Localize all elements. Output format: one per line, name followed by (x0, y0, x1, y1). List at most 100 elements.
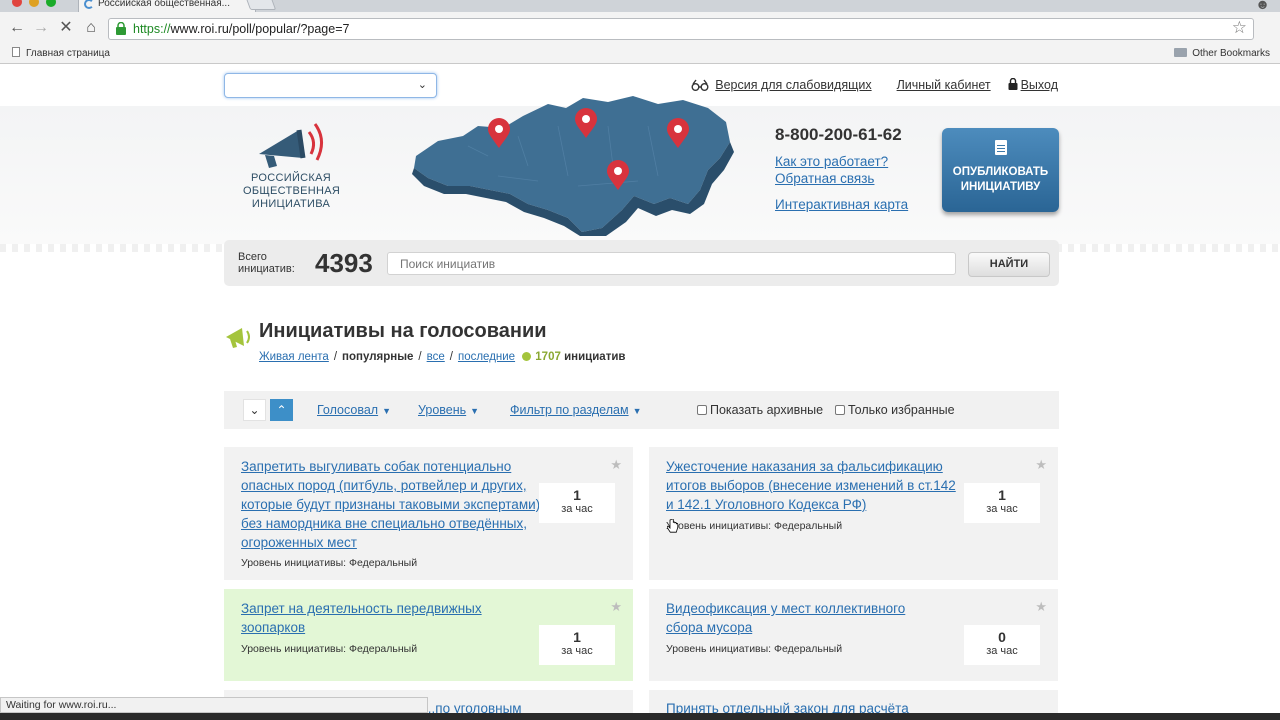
hotline-phone: 8-800-200-61-62 (775, 125, 902, 144)
initiative-card: Запрет на деятельность передвижных зоопа… (224, 589, 633, 681)
url-path: www.roi.ru/poll/popular/?page=7 (170, 22, 350, 36)
accessibility-link[interactable]: Версия для слабовидящих (715, 78, 871, 92)
bookmarks-bar: Главная страница Other Bookmarks (0, 44, 1280, 64)
voted-dropdown[interactable]: Голосовал ▼ (317, 403, 391, 417)
total-count: 4393 (315, 248, 373, 278)
initiative-card: Видеофиксация у мест коллективного сбора… (649, 589, 1058, 681)
address-bar[interactable]: https://www.roi.ru/poll/popular/?page=7 … (108, 18, 1254, 40)
search-bar: Всего инициатив: 4393 НАЙТИ (224, 240, 1059, 286)
show-archived-checkbox[interactable]: Показать архивные (697, 403, 823, 417)
level-dropdown[interactable]: Уровень ▼ (418, 403, 479, 417)
initiative-card: Ужесточение наказания за фальсификацию и… (649, 447, 1058, 580)
breadcrumb: Живая лента / популярные / все / последние 170… (259, 351, 626, 363)
votes-count: 0 (998, 629, 1006, 645)
initiative-count-unit: инициатив (564, 351, 626, 363)
url-scheme: https:// (133, 22, 171, 36)
new-tab-button[interactable] (245, 0, 277, 10)
megaphone-logo-icon (259, 123, 323, 168)
checkbox-box[interactable] (835, 405, 845, 415)
initiative-level: Уровень инициативы: Федеральный (241, 643, 418, 655)
initiative-level: Уровень инициативы: Федеральный (241, 557, 418, 569)
chevron-down-icon: ▼ (632, 406, 642, 416)
logo-line-2: ОБЩЕСТВЕННАЯ (243, 185, 341, 197)
profile-icon[interactable]: ☻ (1255, 0, 1270, 12)
search-button[interactable]: НАЙТИ (968, 252, 1050, 277)
crumb-live-feed[interactable]: Живая лента (259, 351, 329, 363)
initiative-title-link[interactable]: Ужесточение наказания за фальсификацию и… (666, 457, 966, 514)
favorite-star-icon[interactable]: ★ (1035, 457, 1047, 473)
stop-loading-icon[interactable]: ✕ (57, 19, 75, 37)
home-icon[interactable]: ⌂ (82, 19, 100, 37)
initiative-title-link[interactable]: Запрет на деятельность передвижных зоопа… (241, 599, 521, 637)
feedback-link[interactable]: Обратная связь (775, 170, 908, 187)
interactive-map-link[interactable]: Интерактивная карта (775, 196, 908, 213)
filter-bar: ⌄ ⌃ Голосовал ▼ Уровень ▼ Фильтр по раздел… (224, 391, 1059, 429)
browser-tab[interactable]: Российская общественная... (78, 0, 256, 12)
page-title: Инициативы на голосовании (259, 320, 547, 342)
screen-bottom-edge (0, 713, 1280, 720)
favorite-star-icon[interactable]: ★ (610, 599, 622, 615)
logout-link[interactable]: Выход (1021, 78, 1058, 92)
votes-unit: за час (561, 503, 593, 515)
only-favorites-checkbox[interactable]: Только избранные (835, 403, 955, 417)
initiative-card: Запретить выгуливать собак потенциально … (224, 447, 633, 580)
section-filter-dropdown[interactable]: Фильтр по разделам ▼ (510, 403, 641, 417)
crumb-all[interactable]: все (427, 351, 445, 363)
favorite-star-icon[interactable]: ★ (1035, 599, 1047, 615)
search-input[interactable] (387, 252, 956, 275)
votes-count: 1 (998, 487, 1006, 503)
green-dot-icon (522, 352, 532, 361)
site-logo[interactable]: РОССИЙСКАЯ ОБЩЕСТВЕННАЯ ИНИЦИАТИВА (243, 118, 341, 211)
bookmark-home-page[interactable]: Главная страница (12, 44, 110, 64)
forward-arrow-icon[interactable]: → (32, 19, 50, 37)
back-arrow-icon[interactable]: ← (8, 19, 26, 37)
logo-line-1: РОССИЙСКАЯ (251, 172, 331, 184)
votes-box: 1 за час (539, 483, 615, 523)
initiative-level: Уровень инициативы: Федеральный (666, 520, 843, 532)
how-it-works-link[interactable]: Как это работает? (775, 153, 908, 170)
logo-line-3: ИНИЦИАТИВА (251, 198, 331, 210)
close-window-button[interactable] (12, 0, 22, 7)
region-select[interactable]: ⌄ (224, 73, 437, 98)
bookmark-star-icon[interactable]: ☆ (1232, 18, 1247, 38)
checkbox-box[interactable] (697, 405, 707, 415)
votes-unit: за час (561, 645, 593, 657)
favorite-star-icon[interactable]: ★ (610, 457, 622, 473)
megaphone-icon (226, 328, 250, 348)
page-icon (12, 47, 20, 57)
votes-count: 1 (573, 629, 581, 645)
sort-ascending-button[interactable]: ⌃ (270, 399, 293, 421)
document-icon (994, 140, 1007, 155)
other-bookmarks[interactable]: Other Bookmarks (1174, 44, 1270, 64)
cabinet-link[interactable]: Личный кабинет (897, 78, 991, 92)
header-links: Как это работает? Обратная связь Интерак… (775, 153, 908, 213)
initiative-title-link[interactable]: Видеофиксация у мест коллективного сбора… (666, 599, 946, 637)
votes-box: 1 за час (539, 625, 615, 665)
zoom-window-button[interactable] (46, 0, 56, 7)
votes-box: 1 за час (964, 483, 1040, 523)
votes-count: 1 (573, 487, 581, 503)
initiative-count: 1707 (535, 351, 561, 363)
loading-spinner-icon (84, 0, 94, 9)
votes-unit: за час (986, 645, 1018, 657)
votes-unit: за час (986, 503, 1018, 515)
crumb-popular: популярные (342, 351, 414, 363)
chevron-down-icon: ▼ (382, 406, 392, 416)
tab-title: Российская общественная... (98, 0, 230, 9)
sort-descending-button[interactable]: ⌄ (243, 399, 266, 421)
minimize-window-button[interactable] (29, 0, 39, 7)
initiative-level: Уровень инициативы: Федеральный (666, 643, 843, 655)
secure-lock-icon (116, 22, 126, 35)
chevron-down-icon: ▼ (470, 406, 480, 416)
top-links: Версия для слабовидящих Личный кабинет В… (691, 78, 1058, 92)
russia-map[interactable] (408, 86, 738, 236)
browser-toolbar: ← → ✕ ⌂ https://www.roi.ru/poll/popular/… (0, 12, 1280, 44)
votes-box: 0 за час (964, 625, 1040, 665)
initiative-title-link[interactable]: Запретить выгуливать собак потенциально … (241, 457, 541, 552)
publish-initiative-button[interactable]: ОПУБЛИКОВАТЬ ИНИЦИАТИВУ (942, 128, 1059, 212)
total-label: Всего инициатив: (238, 251, 295, 275)
crumb-recent[interactable]: последние (458, 351, 515, 363)
browser-tabstrip: Российская общественная... ☻ (0, 0, 1280, 12)
padlock-icon (1008, 78, 1018, 90)
browser-status-bar: Waiting for www.roi.ru... (0, 697, 428, 713)
